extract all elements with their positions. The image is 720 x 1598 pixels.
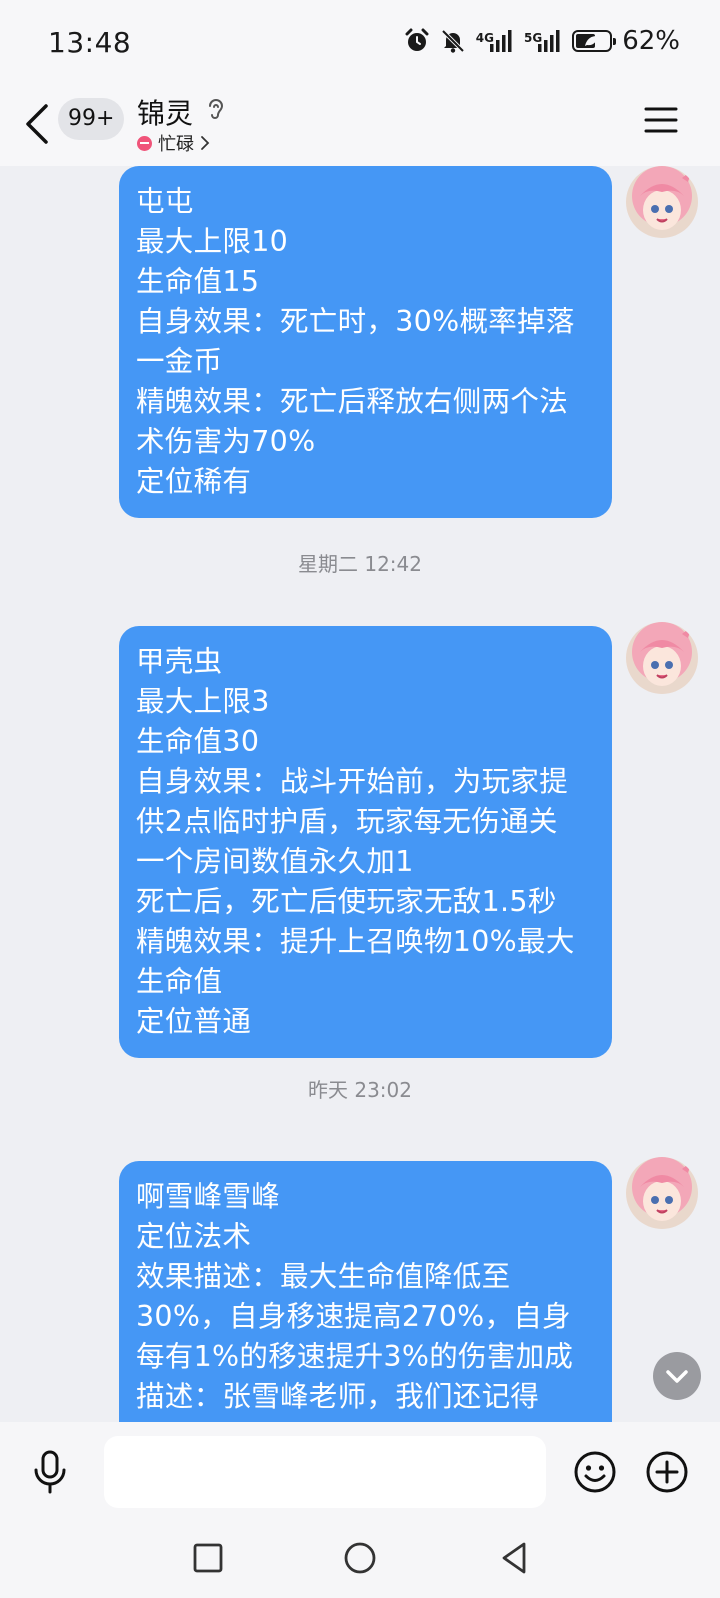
busy-status-icon: [137, 135, 152, 151]
message-line: 每有1%的移速提升3%的伤害加成: [136, 1340, 574, 1373]
scroll-to-bottom-button[interactable]: [653, 1352, 701, 1400]
message-line: 生命值15: [136, 265, 260, 298]
message-line: 效果描述：最大生命值降低至: [136, 1260, 511, 1293]
online-status[interactable]: 忙碌: [137, 130, 210, 156]
menu-icon[interactable]: [644, 106, 678, 134]
message-bubble[interactable]: 屯屯 最大上限10 生命值15 自身效果：死亡时，30%概率掉落 一金币 精魄效…: [119, 166, 612, 518]
message-line: 供2点临时护盾，玩家每无伤通关: [136, 805, 558, 838]
status-icons: 4G 5G 62%: [404, 26, 680, 56]
message-line: 定位法术: [136, 1220, 252, 1253]
message-bubble[interactable]: 啊雪峰雪峰 定位法术 效果描述：最大生命值降低至 30%，自身移速提高270%，…: [119, 1161, 612, 1422]
input-bar: [0, 1422, 720, 1520]
avatar[interactable]: [626, 622, 698, 694]
message-line: 生命值30: [136, 725, 260, 758]
alarm-icon: [405, 28, 429, 51]
message-input[interactable]: [104, 1436, 546, 1508]
message-line: 一个房间数值永久加1: [136, 845, 414, 878]
chat-header: 99+ 锦灵 忙碌: [0, 88, 720, 166]
message-line: 自身效果：死亡时，30%概率掉落: [136, 305, 575, 338]
message-line: 一金币: [136, 345, 223, 378]
message-line: 精魄效果：提升上召唤物10%最大: [136, 925, 575, 958]
message-line: 生命值: [136, 965, 223, 998]
message-line: 自身效果：战斗开始前，为玩家提: [136, 765, 569, 798]
battery-percent: 62%: [622, 26, 680, 56]
status-time: 13:48: [48, 26, 132, 59]
back-arrow-icon[interactable]: [22, 102, 52, 146]
plus-icon[interactable]: [645, 1450, 689, 1494]
message-line: 定位普通: [136, 1005, 252, 1038]
emoji-icon[interactable]: [573, 1450, 617, 1494]
network-label-2: 5G: [524, 31, 543, 45]
avatar-image: [626, 622, 698, 694]
message-line: 定位稀有: [136, 465, 252, 498]
chevron-right-icon: [201, 136, 210, 150]
timestamp: 昨天 23:02: [308, 1078, 412, 1102]
battery-icon: [572, 30, 617, 52]
back-triangle-icon[interactable]: [496, 1540, 532, 1576]
message-line: 屯屯: [136, 185, 194, 218]
message-line: 术伤害为70%: [136, 425, 316, 458]
message-line: 精魄效果：死亡后释放右侧两个法: [136, 385, 569, 418]
message-line: 描述：张雪峰老师，我们还记得: [136, 1380, 540, 1413]
message-line: 啊雪峰雪峰: [136, 1180, 281, 1213]
avatar[interactable]: [626, 1157, 698, 1229]
status-bar: 13:48 4G 5G 62%: [0, 0, 720, 88]
ear-icon: [209, 99, 224, 119]
message-line: 最大上限3: [136, 685, 270, 718]
avatar-image: [626, 166, 698, 238]
message-line: 30%，自身移速提高270%，自身: [136, 1300, 571, 1333]
status-text: 忙碌: [158, 134, 194, 155]
avatar[interactable]: [626, 166, 698, 238]
message-line: 甲壳虫: [136, 645, 223, 678]
system-nav-bar: [0, 1520, 720, 1598]
unread-count-badge[interactable]: 99+: [58, 98, 125, 140]
home-circle-icon[interactable]: [342, 1540, 378, 1576]
microphone-icon[interactable]: [32, 1450, 68, 1494]
message-line: 死亡后，死亡后使玩家无敌1.5秒: [136, 885, 557, 918]
chevron-down-icon: [666, 1370, 688, 1383]
mute-bell-icon: [441, 29, 465, 53]
leaf-icon: [585, 36, 598, 46]
recents-square-icon[interactable]: [190, 1540, 226, 1576]
network-label-1: 4G: [475, 31, 494, 45]
signal-4g: 4G: [476, 30, 514, 52]
message-line: 最大上限10: [136, 225, 289, 258]
message-list[interactable]: 屯屯 最大上限10 生命值15 自身效果：死亡时，30%概率掉落 一金币 精魄效…: [0, 166, 720, 1422]
message-bubble[interactable]: 甲壳虫 最大上限3 生命值30 自身效果：战斗开始前，为玩家提 供2点临时护盾，…: [119, 626, 612, 1058]
contact-name[interactable]: 锦灵: [137, 92, 193, 132]
timestamp: 星期二 12:42: [298, 552, 422, 576]
avatar-image: [626, 1157, 698, 1229]
signal-5g: 5G: [524, 30, 562, 52]
